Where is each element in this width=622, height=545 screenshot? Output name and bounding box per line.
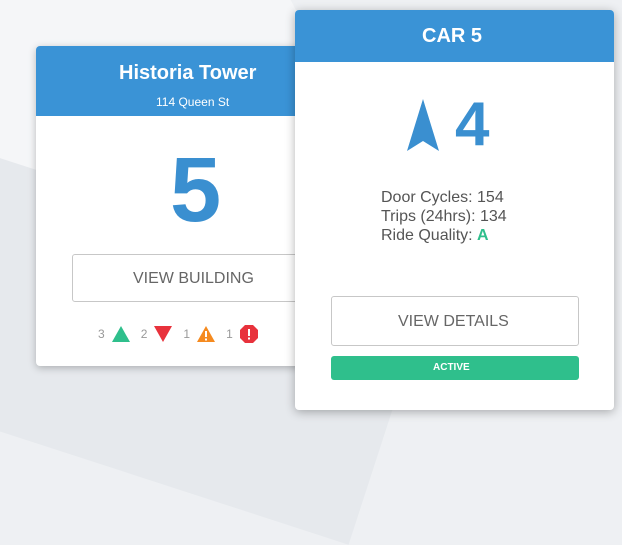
view-building-button[interactable]: VIEW BUILDING: [72, 254, 322, 302]
alert-summary: 3 2 1 1: [98, 322, 259, 346]
ride-quality-grade: A: [477, 227, 489, 244]
view-details-button[interactable]: VIEW DETAILS: [331, 296, 579, 346]
triangle-down-icon: [154, 326, 173, 342]
ride-quality: Ride Quality: A: [381, 226, 507, 245]
car-floor-indicator: 4: [405, 94, 489, 156]
error-octagon-icon: [239, 325, 258, 343]
car-stats: Door Cycles: 154 Trips (24hrs): 134 Ride…: [381, 188, 507, 245]
alert-count-warning: 1: [183, 327, 191, 341]
triangle-up-icon: [111, 326, 130, 342]
arrow-up-icon: [407, 99, 439, 151]
car-card[interactable]: CAR 5 4 Door Cycles: 154 Trips (24hrs): …: [295, 10, 614, 410]
alert-count-down: 2: [140, 327, 148, 341]
trips-24h: Trips (24hrs): 134: [381, 208, 507, 225]
door-cycles: Door Cycles: 154: [381, 189, 504, 206]
status-badge: ACTIVE: [331, 356, 579, 380]
warning-icon: [197, 326, 216, 342]
car-floor-number: 4: [455, 90, 490, 159]
alert-count-up: 3: [98, 327, 105, 341]
ride-quality-label: Ride Quality:: [381, 227, 478, 244]
car-title: CAR 5: [295, 10, 614, 62]
alert-count-error: 1: [226, 327, 233, 341]
